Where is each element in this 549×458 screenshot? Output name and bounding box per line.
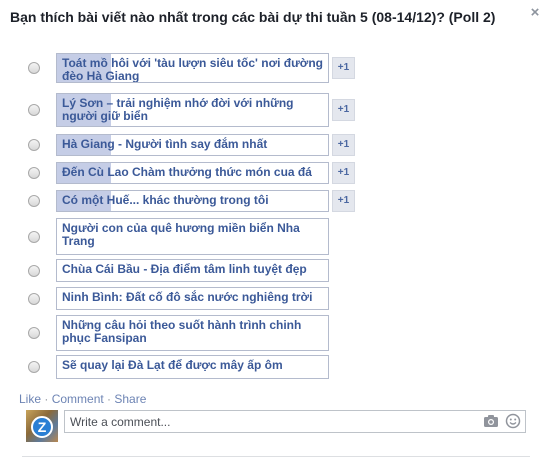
poll-option-label: Toát mồ hôi với 'tàu lượn siêu tốc' nơi … xyxy=(62,56,323,83)
poll-option-row: Có một Huế... khác thường trong tôi +1 xyxy=(0,190,549,212)
poll-option-row: Sẽ quay lại Đà Lạt để được mây ấp ôm xyxy=(0,355,549,379)
poll-option-label: Có một Huế... khác thường trong tôi xyxy=(62,193,269,207)
comment-box xyxy=(64,410,526,433)
poll-radio[interactable] xyxy=(28,139,40,151)
poll-option-label: Ninh Bình: Đất cố đô sắc nước nghiêng tr… xyxy=(62,290,313,304)
poll-option-label: Người con của quê hương miền biển Nha Tr… xyxy=(62,221,300,248)
divider xyxy=(22,456,530,457)
poll-option[interactable]: Ninh Bình: Đất cố đô sắc nước nghiêng tr… xyxy=(56,287,329,310)
poll-radio[interactable] xyxy=(28,265,40,277)
comment-input[interactable] xyxy=(65,411,475,432)
poll-option-label: Chùa Cái Bầu - Địa điểm tâm linh tuyệt đ… xyxy=(62,262,307,276)
post-actions: Like · Comment · Share xyxy=(19,392,146,406)
poll-radio[interactable] xyxy=(28,361,40,373)
poll-radio[interactable] xyxy=(28,327,40,339)
plus-one-button[interactable]: +1 xyxy=(332,99,355,121)
poll-option-label: Đến Cù Lao Chàm thưởng thức món cua đá xyxy=(62,165,312,179)
poll-option-row: Toát mồ hôi với 'tàu lượn siêu tốc' nơi … xyxy=(0,53,549,83)
poll-option-label: Sẽ quay lại Đà Lạt để được mây ấp ôm xyxy=(62,358,283,372)
poll-option-row: Đến Cù Lao Chàm thưởng thức món cua đá +1 xyxy=(0,162,549,184)
avatar-badge: Z xyxy=(31,416,53,438)
poll-options: Toát mồ hôi với 'tàu lượn siêu tốc' nơi … xyxy=(0,0,549,380)
share-link[interactable]: Share xyxy=(114,392,146,406)
poll-option-label: Những câu hỏi theo suốt hành trình chinh… xyxy=(62,318,302,345)
plus-one-button[interactable]: +1 xyxy=(332,190,355,212)
poll-radio[interactable] xyxy=(28,195,40,207)
poll-option[interactable]: Đến Cù Lao Chàm thưởng thức món cua đá xyxy=(56,162,329,184)
poll-option[interactable]: Chùa Cái Bầu - Địa điểm tâm linh tuyệt đ… xyxy=(56,259,329,282)
plus-one-button[interactable]: +1 xyxy=(332,162,355,184)
separator: · xyxy=(41,392,52,406)
poll-option-row: Lý Sơn – trải nghiệm nhớ đời với những n… xyxy=(0,93,549,127)
avatar[interactable]: Z xyxy=(26,410,58,442)
poll-option[interactable]: Hà Giang - Người tình say đắm nhất xyxy=(56,134,329,156)
poll-radio[interactable] xyxy=(28,104,40,116)
poll-option-label: Lý Sơn – trải nghiệm nhớ đời với những n… xyxy=(62,96,294,123)
poll-option[interactable]: Lý Sơn – trải nghiệm nhớ đời với những n… xyxy=(56,93,329,127)
poll-option-row: Người con của quê hương miền biển Nha Tr… xyxy=(0,218,549,255)
poll-option-row: Hà Giang - Người tình say đắm nhất +1 xyxy=(0,134,549,156)
like-link[interactable]: Like xyxy=(19,392,41,406)
poll-radio[interactable] xyxy=(28,293,40,305)
poll-option-label: Hà Giang - Người tình say đắm nhất xyxy=(62,137,268,151)
poll-radio[interactable] xyxy=(28,62,40,74)
comment-link[interactable]: Comment xyxy=(52,392,104,406)
camera-icon[interactable] xyxy=(483,414,499,428)
poll-option[interactable]: Sẽ quay lại Đà Lạt để được mây ấp ôm xyxy=(56,355,329,379)
separator: · xyxy=(103,392,115,406)
poll-option[interactable]: Người con của quê hương miền biển Nha Tr… xyxy=(56,218,329,255)
poll-option-row: Chùa Cái Bầu - Địa điểm tâm linh tuyệt đ… xyxy=(0,259,549,282)
smiley-icon[interactable] xyxy=(505,413,521,429)
poll-option[interactable]: Có một Huế... khác thường trong tôi xyxy=(56,190,329,212)
poll-radio[interactable] xyxy=(28,167,40,179)
poll-option[interactable]: Những câu hỏi theo suốt hành trình chinh… xyxy=(56,315,329,351)
poll-radio[interactable] xyxy=(28,231,40,243)
plus-one-button[interactable]: +1 xyxy=(332,57,355,79)
plus-one-button[interactable]: +1 xyxy=(332,134,355,156)
poll-option[interactable]: Toát mồ hôi với 'tàu lượn siêu tốc' nơi … xyxy=(56,53,329,83)
poll-option-row: Ninh Bình: Đất cố đô sắc nước nghiêng tr… xyxy=(0,287,549,310)
poll-option-row: Những câu hỏi theo suốt hành trình chinh… xyxy=(0,315,549,351)
